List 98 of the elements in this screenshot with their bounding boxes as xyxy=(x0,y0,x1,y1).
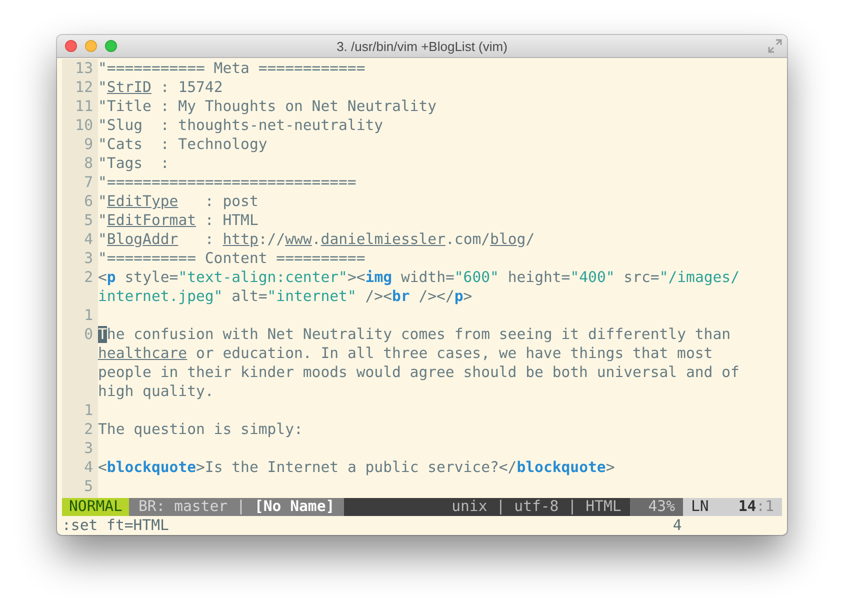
minimize-button[interactable] xyxy=(85,40,97,52)
tag-name: blockquote xyxy=(516,459,606,476)
line-number: 4 xyxy=(84,459,93,476)
code-text: > xyxy=(606,459,615,476)
code-text: :// xyxy=(258,231,286,248)
code-text: : 15742 xyxy=(159,79,223,96)
branch-label: BR: master xyxy=(138,498,228,516)
line-number: 1 xyxy=(84,307,93,324)
code-text: src= xyxy=(622,269,660,286)
line-number: 6 xyxy=(84,193,93,210)
code-text: "========== Content ========== xyxy=(98,250,366,267)
code-text: >Is the Internet a public service?</ xyxy=(196,459,517,476)
mode-indicator: NORMAL xyxy=(62,498,130,516)
file-encoding: utf-8 xyxy=(514,498,559,516)
code-text: alt= xyxy=(230,288,268,305)
underlined-word: EditFormat xyxy=(106,212,196,229)
underlined-word: danielmiessler xyxy=(320,231,446,248)
tag-name: br xyxy=(392,288,410,305)
underlined-word: blog xyxy=(490,231,526,248)
line-number: 9 xyxy=(84,136,93,153)
line-number: 4 xyxy=(84,231,93,248)
code-text: : xyxy=(204,231,215,248)
line-number: 5 xyxy=(84,478,93,495)
line-number: 2 xyxy=(84,269,93,286)
code-text: >< xyxy=(347,269,366,286)
code-text: people in their kinder moods would agree should be both universal and of xyxy=(98,364,740,381)
scroll-percent: 43% xyxy=(630,498,683,516)
line-number: 7 xyxy=(84,174,93,191)
code-text: "=========== Meta ============ xyxy=(98,60,366,77)
string-literal: internet.jpeg" xyxy=(98,288,223,305)
window-title: 3. /usr/bin/vim +BlogList (vim) xyxy=(336,38,508,54)
file-format: unix xyxy=(452,498,488,516)
line-number: 8 xyxy=(84,155,93,172)
line-number: 12 xyxy=(75,79,93,96)
code-text: he confusion with Net Neutrality comes from seeing it differently than xyxy=(106,326,731,343)
close-button[interactable] xyxy=(65,40,77,52)
code-text: > xyxy=(463,288,472,305)
line-number: 11 xyxy=(75,98,93,115)
code-text: < xyxy=(98,269,107,286)
fullscreen-icon[interactable] xyxy=(768,39,782,53)
line-number: 10 xyxy=(75,117,93,134)
string-literal: "400" xyxy=(570,269,615,286)
code-text: : post xyxy=(204,193,258,210)
underlined-word: healthcare xyxy=(98,345,188,362)
separator: | xyxy=(568,498,577,516)
command-count: 4 xyxy=(672,516,682,535)
underlined-word: StrID xyxy=(106,79,152,96)
underlined-word: http xyxy=(222,231,258,248)
file-name: [No Name] xyxy=(254,498,335,516)
line-number: 3 xyxy=(84,250,93,267)
code-text: : HTML xyxy=(204,212,258,229)
cursor: T xyxy=(98,326,107,343)
string-literal: "text-align:center" xyxy=(178,269,348,286)
line-number: 2 xyxy=(84,421,93,438)
code-text: " xyxy=(98,79,107,96)
separator: | xyxy=(236,498,246,516)
code-text: / xyxy=(526,231,535,248)
code-text: " xyxy=(98,231,107,248)
line-number-indicator: 14 xyxy=(738,498,756,516)
code-text: "Cats : Technology xyxy=(98,136,268,153)
tag-name: p xyxy=(454,288,464,305)
line-number: 0 xyxy=(84,326,93,343)
code-text: "Title : My Thoughts on Net Neutrality xyxy=(98,98,437,115)
line-label: LN xyxy=(691,498,710,516)
string-literal: "internet" xyxy=(267,288,356,305)
underlined-word: www xyxy=(285,231,312,248)
separator: | xyxy=(496,498,506,516)
tag-name: blockquote xyxy=(106,459,196,476)
code-text: "Slug : thoughts-net-neutrality xyxy=(98,117,384,134)
code-text: or education. In all three cases, we have things that most xyxy=(195,345,713,362)
code-text: height= xyxy=(506,269,570,286)
code-text: " xyxy=(98,193,107,210)
string-literal: "600" xyxy=(454,269,499,286)
code-text: high quality. xyxy=(98,383,214,400)
column-indicator: :1 xyxy=(756,498,774,516)
command-text: :set ft=HTML xyxy=(62,516,169,535)
underlined-word: BlogAddr xyxy=(106,231,178,248)
code-text: " xyxy=(98,212,107,229)
code-text: />< xyxy=(364,288,392,305)
line-number: 5 xyxy=(84,212,93,229)
file-type: HTML xyxy=(586,498,622,516)
line-number: 13 xyxy=(75,60,93,77)
line-number: 3 xyxy=(84,440,93,457)
code-text: . xyxy=(312,231,321,248)
tag-name: p xyxy=(106,269,116,286)
zoom-button[interactable] xyxy=(105,40,117,52)
code-text: "Tags : xyxy=(98,155,170,172)
code-text: /></ xyxy=(418,288,454,305)
code-text: style= xyxy=(124,269,178,286)
line-number: 1 xyxy=(84,402,93,419)
code-text: "============================ xyxy=(98,174,356,191)
string-literal: "/images/ xyxy=(659,269,740,286)
code-text: The question is simply: xyxy=(98,421,303,438)
underlined-word: EditType xyxy=(106,193,178,210)
tag-name: img xyxy=(365,269,392,286)
code-text: .com/ xyxy=(446,231,490,248)
code-text: < xyxy=(98,459,107,476)
code-text: width= xyxy=(400,269,454,286)
